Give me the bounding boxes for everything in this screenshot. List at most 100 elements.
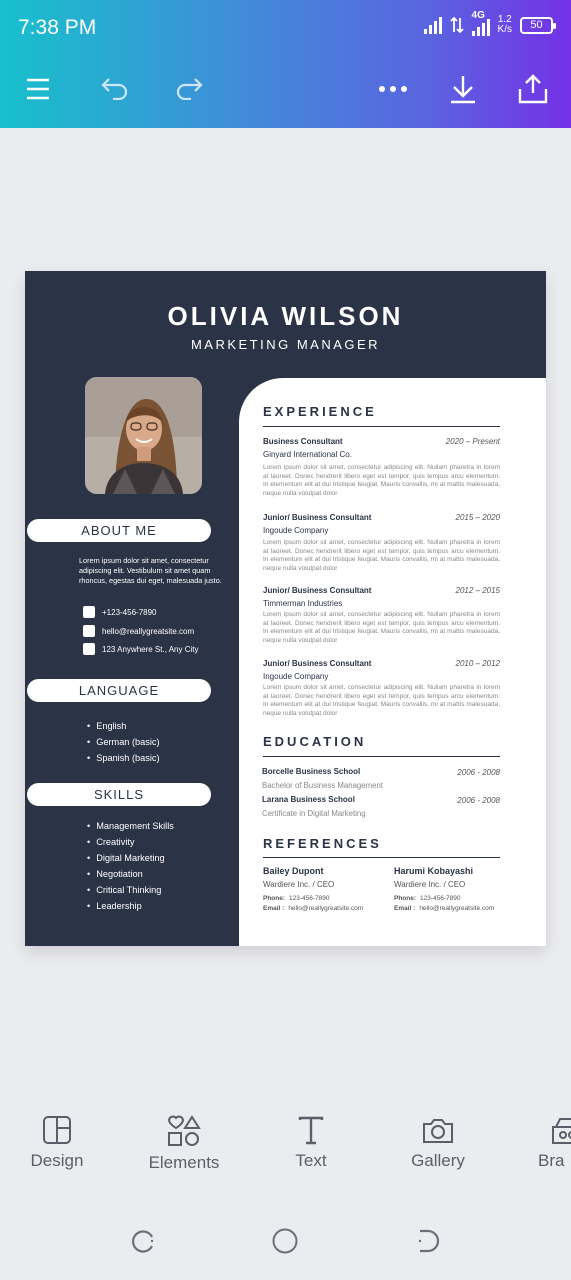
job-description[interactable]: Lorem ipsum dolor sit amet, consectetur … [263,464,500,498]
design-tool-button[interactable]: Design [2,1115,112,1171]
tool-label: Gallery [411,1151,465,1170]
reference-name[interactable]: Harumi Kobayashi [394,866,473,876]
job-title[interactable]: Junior/ Business Consultant [263,659,371,668]
list-item: Critical Thinking [87,882,174,898]
reference-phone[interactable]: Phone: 123-456-7890 [394,895,461,902]
reference-company[interactable]: Wardiere Inc. / CEO [394,880,465,889]
app-header: 7:38 PM 4G 1.2 K/s 50 [0,0,571,128]
job-date[interactable]: 2020 – Present [446,437,500,446]
email-value: hello@reallygreatsite.com [419,905,495,912]
reference-company[interactable]: Wardiere Inc. / CEO [263,880,334,889]
job-date[interactable]: 2012 – 2015 [456,586,501,595]
contact-address[interactable]: 123 Anywhere St., Any City [83,643,199,655]
job-company[interactable]: Timmerman Industries [263,599,342,608]
list-item: Creativity [87,834,174,850]
job-company[interactable]: Ingoude Company [263,526,328,535]
degree-name[interactable]: Bachelor of Business Management [262,781,383,790]
phone-label: Phone: [394,895,417,902]
phone-value: 123-456-7890 [420,895,461,902]
phone-label: Phone: [263,895,286,902]
job-description[interactable]: Lorem ipsum dolor sit amet, consectetur … [263,684,500,718]
skills-list[interactable]: Management Skills Creativity Digital Mar… [87,818,174,914]
share-icon[interactable] [517,73,549,105]
data-speed: 1.2 K/s [498,15,512,35]
list-item: Digital Marketing [87,850,174,866]
about-me-heading[interactable]: ABOUT ME [27,519,211,542]
job-description[interactable]: Lorem ipsum dolor sit amet, consectetur … [263,539,500,573]
download-icon[interactable] [448,74,478,104]
recent-apps-icon[interactable] [130,1228,156,1254]
more-icon[interactable] [378,85,408,93]
job-title[interactable]: Junior/ Business Consultant [263,586,371,595]
redo-icon[interactable] [174,76,204,100]
school-name[interactable]: Larana Business School [262,795,355,804]
menu-icon[interactable] [26,78,50,100]
address-text: 123 Anywhere St., Any City [102,644,199,654]
list-item: Management Skills [87,818,174,834]
contact-email[interactable]: hello@reallygreatsite.com [83,625,194,637]
profile-photo[interactable] [85,377,202,494]
job-date[interactable]: 2010 – 2012 [456,659,501,668]
email-label: Email : [263,905,285,912]
about-me-text[interactable]: Lorem ipsum dolor sit amet, consectetur … [79,556,229,586]
divider [263,857,500,858]
email-text: hello@reallygreatsite.com [102,626,195,636]
resume-name[interactable]: OLIVIA WILSON [25,301,546,332]
tool-label: Bra [538,1151,565,1170]
gallery-tool-button[interactable]: Gallery [383,1115,493,1171]
camera-icon [423,1119,453,1143]
layout-icon [43,1116,71,1144]
language-heading[interactable]: LANGUAGE [27,679,211,702]
phone-value: 123-456-7890 [289,895,330,902]
education-date[interactable]: 2006 - 2008 [457,768,500,777]
network-type: 4G [471,10,485,21]
elements-tool-button[interactable]: Elements [129,1115,239,1173]
education-date[interactable]: 2006 - 2008 [457,796,500,805]
reference-name[interactable]: Bailey Dupont [263,866,324,876]
network-signal: 4G [471,10,490,36]
list-item: Negotiation [87,866,174,882]
job-date[interactable]: 2015 – 2020 [456,513,501,522]
signal-icon [423,16,442,34]
contact-phone[interactable]: +123-456-7890 [83,606,157,618]
job-company[interactable]: Ginyard International Co. [263,450,352,459]
language-list[interactable]: English German (basic) Spanish (basic) [87,718,160,766]
status-icons: 4G 1.2 K/s 50 [423,10,556,36]
references-heading[interactable]: REFERENCES [263,836,382,851]
brand-icon [552,1118,571,1144]
school-name[interactable]: Borcelle Business School [262,767,360,776]
tool-label: Design [30,1151,84,1170]
email-label: Email : [394,905,416,912]
text-tool-button[interactable]: Text [256,1115,366,1171]
shapes-icon [167,1115,201,1146]
tool-label: Elements [148,1153,220,1172]
job-description[interactable]: Lorem ipsum dolor sit amet, consectetur … [263,611,500,645]
data-arrows-icon [449,16,464,34]
location-icon [83,643,95,655]
job-title[interactable]: Business Consultant [263,437,343,446]
phone-text: +123-456-7890 [102,607,157,617]
education-heading[interactable]: EDUCATION [263,734,366,749]
undo-icon[interactable] [100,76,130,100]
email-value: hello@reallygreatsite.com [288,905,364,912]
divider [263,756,500,757]
list-item: German (basic) [87,734,160,750]
home-icon[interactable] [272,1228,298,1254]
reference-phone[interactable]: Phone: 123-456-7890 [263,895,330,902]
brand-tool-button[interactable]: Bra [510,1115,571,1171]
skills-heading[interactable]: SKILLS [27,783,211,806]
tool-label: Text [295,1151,327,1170]
reference-email[interactable]: Email : hello@reallygreatsite.com [263,905,363,912]
experience-heading[interactable]: EXPERIENCE [263,404,377,419]
degree-name[interactable]: Certificate in Digital Marketing [262,809,366,818]
job-company[interactable]: Ingoude Company [263,672,328,681]
job-title[interactable]: Junior/ Business Consultant [263,513,371,522]
resume-role[interactable]: MARKETING MANAGER [25,337,546,352]
back-icon[interactable] [416,1228,440,1254]
speed-unit: K/s [497,24,512,35]
divider [263,426,500,427]
phone-icon [83,606,95,618]
battery-icon: 50 [520,16,556,34]
resume-page[interactable]: OLIVIA WILSON MARKETING MANAGER ABOUT ME… [25,271,546,946]
reference-email[interactable]: Email : hello@reallygreatsite.com [394,905,494,912]
